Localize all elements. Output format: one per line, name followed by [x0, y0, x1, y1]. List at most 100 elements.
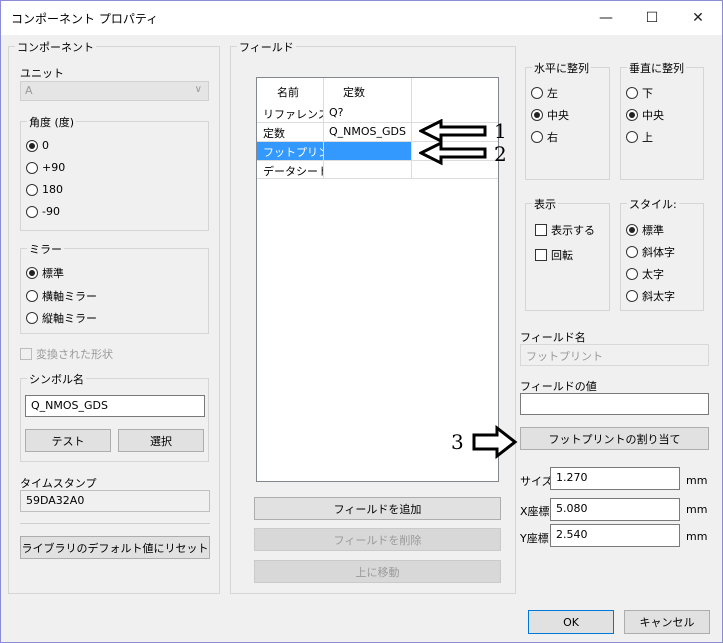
angle-option-label: +90	[42, 161, 66, 174]
valign-top-radio[interactable]: 上	[626, 129, 653, 145]
chevron-down-icon: ∨	[194, 84, 202, 95]
angle-radio-minus90[interactable]: -90	[26, 205, 60, 218]
mirror-radio-horizontal[interactable]: 横軸ミラー	[26, 288, 97, 304]
checkbox-icon	[535, 249, 547, 261]
radio-icon	[626, 131, 638, 143]
halign-left-radio[interactable]: 左	[531, 85, 558, 101]
table-row-name[interactable]: 定数	[257, 125, 323, 141]
converted-checkbox[interactable]: 変換された形状	[20, 346, 113, 362]
field-name-label: フィールド名	[520, 331, 586, 344]
rotate-checkbox[interactable]: 回転	[535, 247, 573, 263]
table-row-value[interactable]: Q?	[323, 106, 411, 119]
radio-selected-icon	[531, 109, 543, 121]
annotation-arrows	[419, 119, 487, 166]
angle-group-label: 角度 (度)	[27, 114, 77, 130]
column-header-name: 名前	[277, 86, 299, 99]
radio-icon	[626, 246, 638, 258]
style-italic-radio[interactable]: 斜体字	[626, 244, 675, 260]
unit-value: A	[25, 84, 33, 97]
properties-dialog: コンポーネント プロパティ — ☐ ✕ コンポーネント ユニット A ∨ 角度 …	[0, 0, 723, 643]
style-bold-radio[interactable]: 太字	[626, 266, 664, 282]
display-group-label: 表示	[532, 196, 558, 212]
style-normal-radio[interactable]: 標準	[626, 222, 664, 238]
angle-option-label: 180	[42, 183, 63, 196]
mirror-radio-normal[interactable]: 標準	[26, 265, 64, 281]
annotation-arrow-right	[472, 425, 518, 459]
table-row-name[interactable]: データシート	[257, 163, 323, 179]
grid-line	[411, 78, 412, 178]
radio-icon	[626, 87, 638, 99]
size-label: サイズ	[520, 475, 553, 488]
cancel-button[interactable]: キャンセル	[624, 610, 710, 634]
radio-icon	[531, 131, 543, 143]
field-value-input[interactable]	[520, 393, 709, 415]
y-position-unit: mm	[686, 530, 708, 543]
reset-defaults-button[interactable]: ライブラリのデフォルト値にリセット	[20, 536, 210, 559]
field-value-label: フィールドの値	[520, 380, 597, 393]
rotate-label: 回転	[551, 249, 573, 262]
arrow-left-icon	[419, 119, 487, 144]
x-position-label: X座標	[520, 505, 550, 518]
assign-footprint-button[interactable]: フットプリントの割り当て	[520, 427, 709, 450]
radio-icon	[626, 268, 638, 280]
angle-option-label: 0	[42, 139, 49, 152]
timestamp-label: タイムスタンプ	[20, 477, 97, 490]
move-up-button[interactable]: 上に移動	[254, 560, 501, 583]
add-field-button[interactable]: フィールドを追加	[254, 497, 501, 520]
show-label: 表示する	[551, 224, 595, 237]
unit-label: ユニット	[20, 67, 64, 80]
close-button[interactable]: ✕	[675, 1, 721, 35]
symbol-name-input[interactable]: Q_NMOS_GDS	[25, 395, 205, 417]
show-checkbox[interactable]: 表示する	[535, 222, 595, 238]
valign-bottom-radio[interactable]: 下	[626, 85, 653, 101]
ok-button[interactable]: OK	[528, 610, 614, 634]
radio-icon	[26, 161, 38, 174]
radio-selected-icon	[26, 139, 38, 152]
angle-radio-180[interactable]: 180	[26, 183, 63, 196]
minimize-button[interactable]: —	[583, 1, 629, 35]
table-row-value[interactable]: Q_NMOS_GDS	[323, 125, 411, 138]
style-option-label: 太字	[642, 268, 664, 281]
arrow-left-icon	[419, 140, 487, 166]
radio-selected-icon	[626, 109, 638, 121]
mirror-option-label: 縦軸ミラー	[42, 312, 97, 325]
radio-selected-icon	[26, 267, 38, 279]
table-row-name[interactable]: フットプリント	[257, 144, 323, 160]
radio-icon	[26, 312, 38, 324]
y-position-input[interactable]: 2.540	[550, 524, 680, 547]
size-input[interactable]: 1.270	[550, 467, 680, 490]
converted-label: 変換された形状	[36, 348, 113, 361]
delete-field-button[interactable]: フィールドを削除	[254, 528, 501, 551]
halign-option-label: 右	[547, 131, 558, 144]
halign-center-radio[interactable]: 中央	[531, 107, 569, 123]
maximize-button[interactable]: ☐	[629, 1, 675, 35]
radio-icon	[26, 290, 38, 302]
component-group-label: コンポーネント	[15, 39, 96, 55]
angle-radio-90[interactable]: +90	[26, 161, 65, 174]
annotation-number: 2	[494, 142, 507, 166]
field-name-input[interactable]: フットプリント	[520, 344, 709, 366]
radio-icon	[626, 290, 638, 302]
table-row-name[interactable]: リファレンス	[257, 106, 323, 122]
style-bold-italic-radio[interactable]: 斜太字	[626, 288, 675, 304]
timestamp-field: 59DA32A0	[20, 490, 210, 512]
size-unit: mm	[686, 474, 708, 487]
style-option-label: 標準	[642, 224, 664, 237]
x-position-input[interactable]: 5.080	[550, 498, 680, 521]
mirror-radio-vertical[interactable]: 縦軸ミラー	[26, 310, 97, 326]
valign-option-label: 中央	[642, 109, 664, 122]
halign-option-label: 左	[547, 87, 558, 100]
angle-radio-0[interactable]: 0	[26, 139, 49, 152]
unit-select[interactable]: A ∨	[20, 81, 209, 101]
halign-right-radio[interactable]: 右	[531, 129, 558, 145]
window-title: コンポーネント プロパティ	[11, 12, 159, 26]
test-button[interactable]: テスト	[25, 429, 111, 452]
mirror-option-label: 横軸ミラー	[42, 290, 97, 303]
radio-icon	[26, 183, 38, 196]
valign-option-label: 上	[642, 131, 653, 144]
title-bar: コンポーネント プロパティ — ☐ ✕	[1, 1, 722, 35]
valign-center-radio[interactable]: 中央	[626, 107, 664, 123]
select-button[interactable]: 選択	[118, 429, 204, 452]
annotation-number: 3	[451, 430, 464, 454]
style-group-label: スタイル:	[627, 196, 679, 212]
